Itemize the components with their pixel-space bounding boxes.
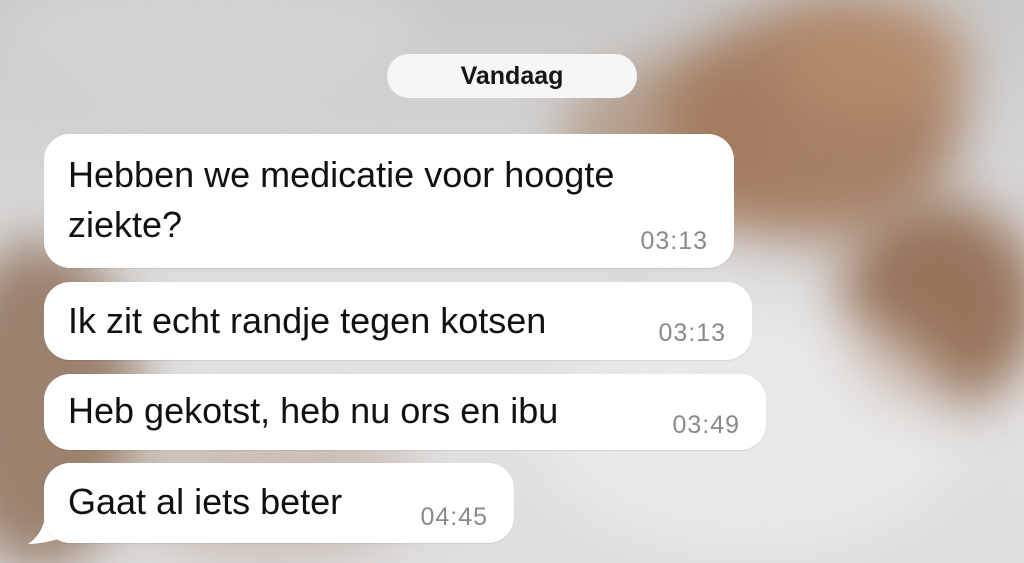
message-timestamp: 03:13	[658, 319, 726, 347]
date-separator: Vandaag	[387, 54, 637, 98]
message-bubble[interactable]: Hebben we medicatie voor hoogte ziekte? …	[44, 134, 734, 268]
date-separator-label: Vandaag	[460, 61, 564, 90]
message-text: Hebben we medicatie voor hoogte	[68, 154, 615, 195]
message-text: Ik zit echt randje tegen kotsen	[68, 300, 547, 341]
message-timestamp: 04:45	[420, 503, 488, 531]
message-text: ziekte?	[68, 204, 183, 245]
message-timestamp: 03:49	[672, 411, 740, 439]
message-bubble[interactable]: Gaat al iets beter 04:45	[44, 463, 514, 543]
message-bubble[interactable]: Heb gekotst, heb nu ors en ibu 03:49	[44, 374, 766, 450]
message-timestamp: 03:13	[640, 227, 708, 255]
message-bubble[interactable]: Ik zit echt randje tegen kotsen 03:13	[44, 282, 752, 360]
message-text: Heb gekotst, heb nu ors en ibu	[68, 390, 559, 431]
wallpaper-blur-shape	[780, 0, 970, 120]
wallpaper-blur-shape	[0, 0, 420, 100]
